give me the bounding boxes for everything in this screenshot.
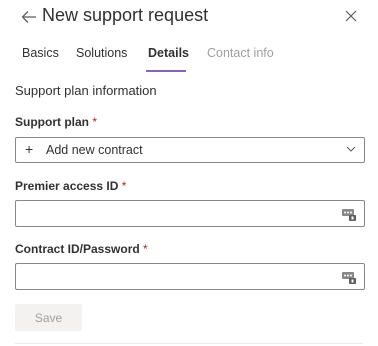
tab-solutions[interactable]: Solutions: [76, 46, 127, 60]
plus-icon: +: [25, 141, 34, 157]
panel-header: New support request: [0, 0, 378, 34]
tab-basics[interactable]: Basics: [22, 46, 59, 60]
required-asterisk: *: [121, 179, 127, 193]
close-button[interactable]: [342, 7, 360, 25]
close-icon: [345, 10, 357, 22]
contract-password-field[interactable]: [15, 263, 365, 290]
support-plan-label: Support plan *: [15, 115, 98, 129]
required-asterisk: *: [92, 115, 98, 129]
tab-details[interactable]: Details: [148, 46, 189, 60]
support-plan-dropdown[interactable]: + Add new contract: [15, 137, 365, 163]
back-button[interactable]: [19, 7, 39, 27]
chevron-down-icon: [346, 146, 356, 152]
premier-access-id-input[interactable]: [16, 201, 332, 224]
section-title: Support plan information: [15, 83, 157, 98]
active-tab-indicator: [146, 70, 186, 72]
save-button[interactable]: Save: [15, 304, 82, 331]
support-plan-selected: Add new contract: [46, 143, 143, 157]
tab-contact-info: Contact info: [207, 46, 274, 60]
password-manager-icon[interactable]: [341, 206, 357, 222]
premier-access-id-field[interactable]: [15, 200, 365, 227]
premier-access-id-label: Premier access ID *: [15, 179, 127, 193]
required-asterisk: *: [143, 242, 148, 256]
contract-password-input[interactable]: [16, 264, 332, 287]
panel-title: New support request: [42, 5, 209, 25]
password-manager-icon[interactable]: [341, 269, 357, 285]
tab-bar: Basics Solutions Details Contact info: [0, 36, 378, 72]
footer-divider: [15, 343, 363, 344]
arrow-left-icon: [21, 11, 36, 23]
contract-password-label: Contract ID/Password *: [15, 242, 148, 256]
